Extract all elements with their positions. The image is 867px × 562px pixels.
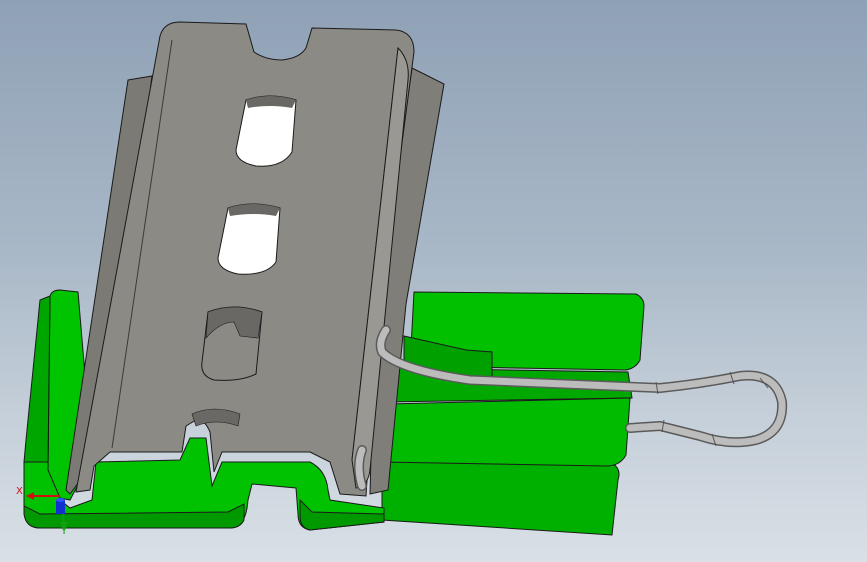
din-rail[interactable] (65, 21, 445, 497)
clip-right-block-lower-top (381, 397, 631, 467)
clip-left-rib-front (23, 295, 51, 463)
x-axis-label: X (16, 486, 23, 497)
3d-viewport[interactable]: X Y (0, 0, 867, 562)
y-axis-label: Y (61, 526, 68, 537)
clip-right-block-front (381, 461, 620, 536)
z-axis-marker-top (56, 498, 65, 502)
spring-wire-lower-leg-highlight (355, 446, 366, 490)
cad-model-scene[interactable] (0, 0, 867, 562)
z-axis-marker (56, 500, 65, 514)
